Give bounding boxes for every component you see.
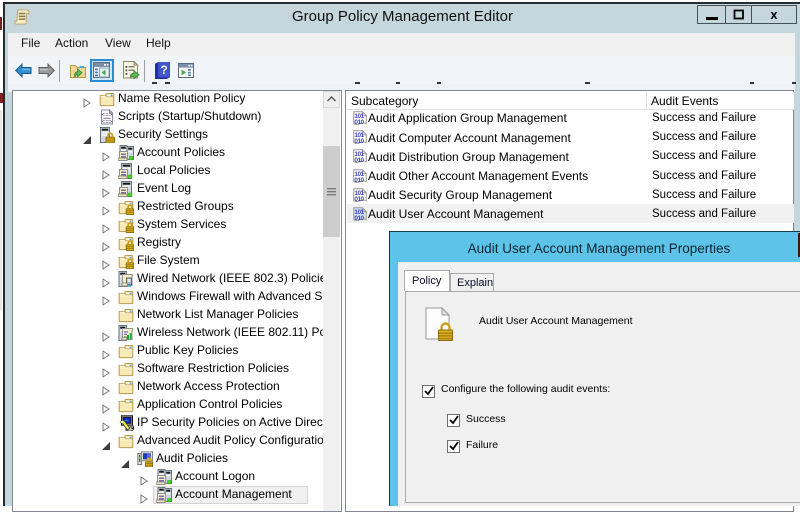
svg-text:010: 010 — [354, 138, 364, 145]
svg-text:?: ? — [160, 63, 167, 77]
svg-text:<=>: <=> — [102, 112, 113, 119]
svg-text:010: 010 — [354, 176, 364, 183]
svg-text:010: 010 — [354, 215, 364, 222]
svg-text:010: 010 — [354, 157, 364, 164]
svg-text:010: 010 — [354, 195, 364, 202]
svg-text:010: 010 — [354, 119, 364, 126]
svg-text:<=>: <=> — [102, 119, 113, 126]
